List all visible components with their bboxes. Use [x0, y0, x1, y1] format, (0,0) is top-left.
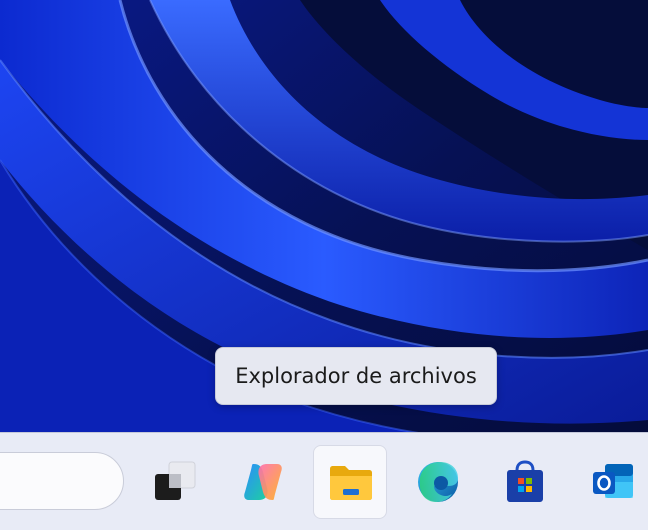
file-explorer-icon — [330, 466, 372, 500]
taskbar-store-button[interactable] — [488, 445, 562, 519]
search-box[interactable] — [0, 452, 124, 510]
taskbar-outlook-button[interactable] — [576, 445, 648, 519]
taskbar — [0, 432, 648, 530]
taskbar-file-explorer-button[interactable] — [313, 445, 387, 519]
tooltip: Explorador de archivos — [215, 347, 497, 405]
task-view-icon — [155, 461, 196, 500]
taskbar-task-view-button[interactable] — [138, 445, 212, 519]
tooltip-text: Explorador de archivos — [235, 364, 477, 388]
outlook-icon — [593, 464, 633, 498]
store-icon — [507, 460, 543, 502]
edge-icon — [418, 462, 458, 502]
taskbar-edge-button[interactable] — [401, 445, 475, 519]
copilot-icon — [244, 464, 282, 500]
desktop: Explorador de archivos — [0, 0, 648, 530]
taskbar-copilot-button[interactable] — [226, 445, 300, 519]
